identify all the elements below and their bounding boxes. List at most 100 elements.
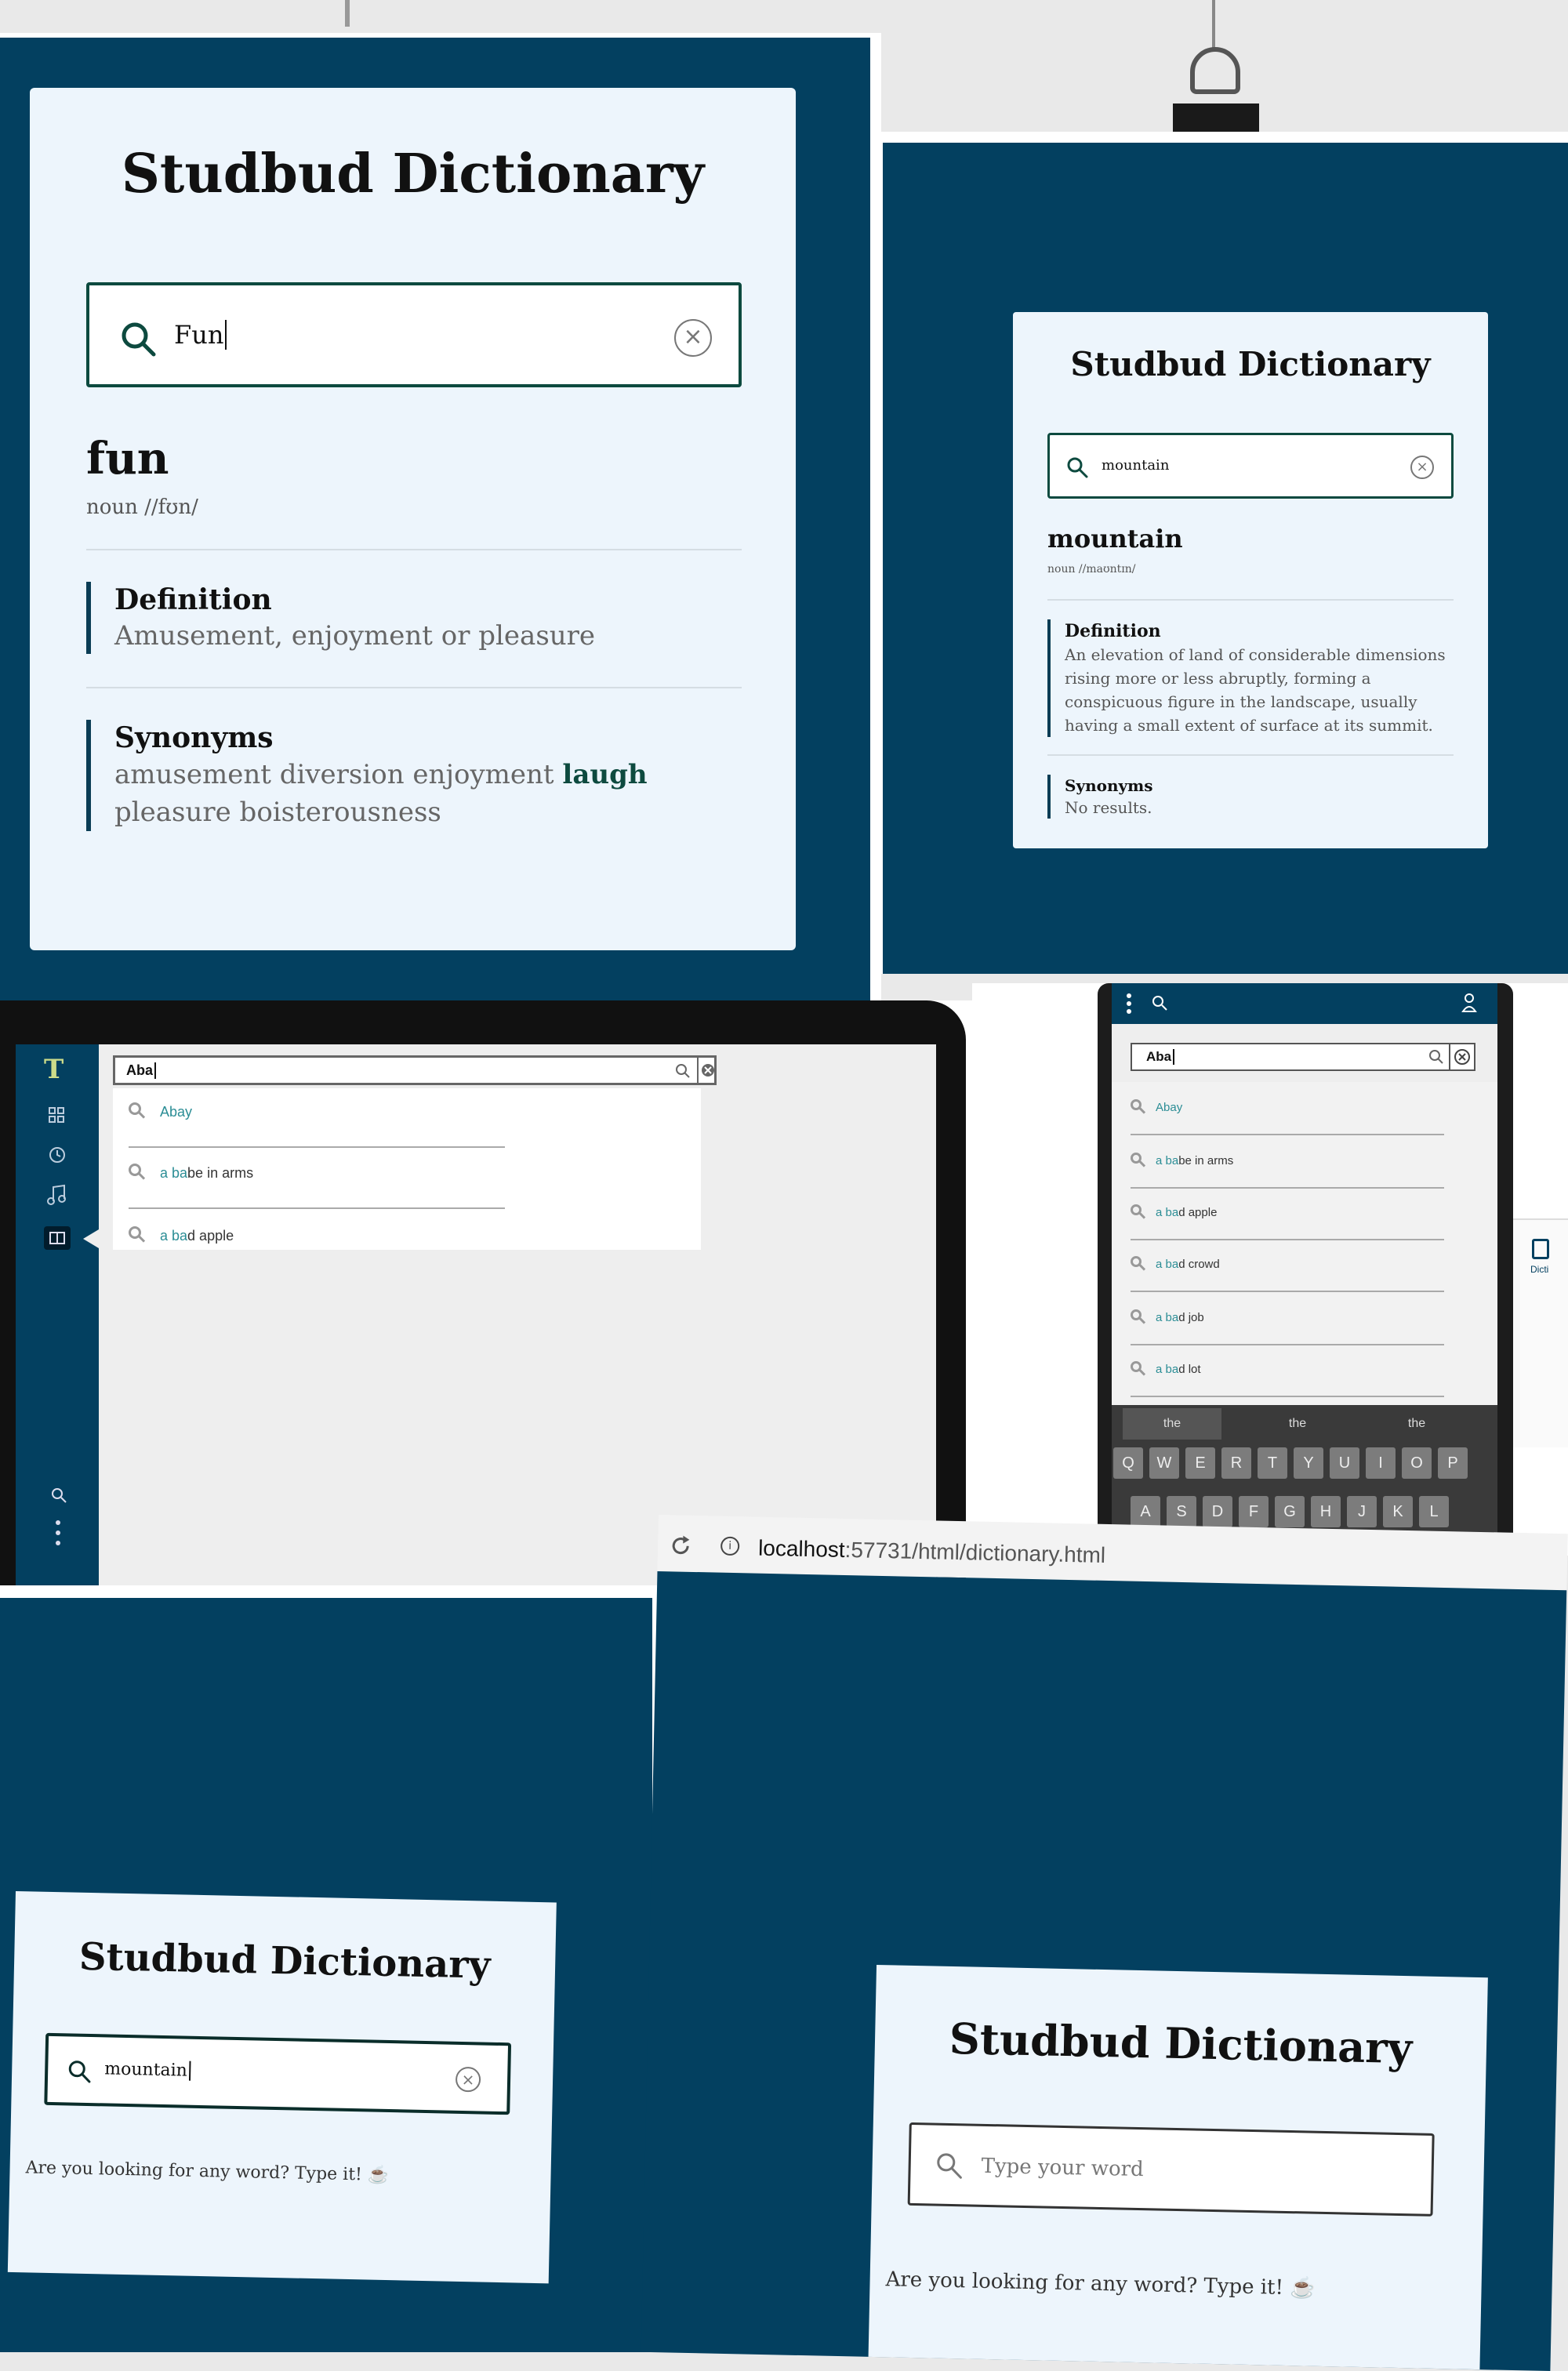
autocomplete-input[interactable]: Aba: [1131, 1043, 1475, 1071]
keyboard-key[interactable]: K: [1383, 1496, 1413, 1527]
suggestion-item[interactable]: a bad job: [1131, 1302, 1444, 1345]
clear-search-icon[interactable]: [1449, 1044, 1474, 1069]
search-icon[interactable]: [1428, 1049, 1444, 1065]
divider: [1047, 599, 1454, 601]
music-icon[interactable]: [47, 1184, 67, 1206]
synonyms-section: Synonyms amusement diversion enjoyment l…: [86, 720, 742, 831]
search-icon[interactable]: [675, 1063, 691, 1079]
panel-fun-result: Studbud Dictionary Fun × fun noun //fʊn/…: [0, 33, 881, 1029]
clear-search-icon[interactable]: [697, 1058, 717, 1083]
search-input[interactable]: Type your word: [907, 2122, 1435, 2217]
reload-icon[interactable]: [669, 1534, 693, 1558]
app-logo: T: [44, 1054, 64, 1085]
phone-screen: Aba Abay a babe in arms a bad apple a ba…: [1112, 983, 1497, 1556]
suggestion-item[interactable]: Abay: [129, 1102, 505, 1148]
active-indicator: [83, 1229, 99, 1248]
synonyms-heading: Synonyms: [1065, 776, 1153, 795]
binder-clip-icon: [1173, 47, 1259, 140]
keyboard-key[interactable]: F: [1239, 1496, 1269, 1527]
keyboard-key[interactable]: S: [1167, 1496, 1196, 1527]
clear-search-icon[interactable]: ×: [455, 2066, 481, 2093]
clock-icon[interactable]: [49, 1146, 66, 1164]
panel-laptop-autocomplete: T Aba Abay a babe in arms a bad apple: [0, 1000, 972, 1589]
suggestion-item[interactable]: a babe in arms: [1131, 1145, 1444, 1189]
keyboard-key[interactable]: L: [1419, 1496, 1449, 1527]
keyboard-key[interactable]: T: [1258, 1447, 1287, 1479]
info-icon[interactable]: i: [720, 1536, 740, 1556]
search-placeholder: Type your word: [981, 2154, 1145, 2182]
dictionary-nav-icon[interactable]: [44, 1226, 71, 1250]
dictionary-card: Studbud Dictionary mountain × mountain n…: [1013, 312, 1488, 848]
suggestion-item[interactable]: a babe in arms: [129, 1164, 505, 1209]
panel-phone-autocomplete: ♫ usic Dicti Aba: [972, 983, 1568, 1556]
keyboard-key[interactable]: A: [1131, 1496, 1160, 1527]
suggestion-item[interactable]: a bad crowd: [1131, 1248, 1444, 1292]
keyboard-suggestion[interactable]: the: [1123, 1408, 1221, 1440]
keyboard-suggestion[interactable]: the: [1248, 1408, 1347, 1440]
search-icon: [67, 2058, 93, 2084]
page-title: Studbud Dictionary: [78, 1934, 492, 1988]
clear-search-icon[interactable]: ×: [674, 319, 712, 357]
synonym-highlight[interactable]: laugh: [562, 759, 647, 790]
suggestion-item[interactable]: Abay: [1131, 1091, 1444, 1135]
keyboard-key[interactable]: H: [1311, 1496, 1341, 1527]
definition-heading: Definition: [114, 583, 272, 616]
hint-text: Are you looking for any word? Type it! ☕: [885, 2268, 1316, 2300]
coffee-icon: ☕: [367, 2165, 390, 2186]
keyboard-key[interactable]: Q: [1113, 1447, 1143, 1479]
search-icon[interactable]: [1151, 994, 1168, 1011]
search-input[interactable]: mountain ×: [1047, 433, 1454, 499]
keyboard-suggestion[interactable]: the: [1367, 1408, 1466, 1440]
dictionary-card: Studbud Dictionary mountain × Are you lo…: [7, 1891, 557, 2284]
panel-mountain-result: Studbud Dictionary mountain × mountain n…: [881, 132, 1568, 974]
panel-mountain-typing: Studbud Dictionary mountain × Are you lo…: [0, 1585, 659, 2352]
user-icon[interactable]: [1461, 993, 1477, 1013]
synonyms-text: No results.: [1065, 798, 1152, 817]
suggestion-item[interactable]: a bad apple: [1131, 1196, 1444, 1240]
word-phonetic: noun //fʊn/: [86, 496, 198, 519]
keyboard-key[interactable]: J: [1347, 1496, 1377, 1527]
hanging-string-left: [345, 0, 350, 27]
autocomplete-input[interactable]: Aba: [113, 1055, 717, 1085]
divider: [86, 687, 742, 688]
keyboard-key[interactable]: U: [1330, 1447, 1359, 1479]
keyboard-key[interactable]: W: [1149, 1447, 1179, 1479]
page-title: Studbud Dictionary: [121, 143, 705, 205]
synonyms-heading: Synonyms: [114, 721, 274, 754]
suggestion-item[interactable]: a bad lot: [1131, 1353, 1444, 1397]
search-icon[interactable]: [50, 1487, 67, 1504]
keyboard-key[interactable]: D: [1203, 1496, 1232, 1527]
tab-dict-label: Dicti: [1530, 1264, 1549, 1275]
grid-icon[interactable]: [49, 1107, 64, 1123]
page-title: Studbud Dictionary: [949, 2013, 1413, 2074]
synonyms-section: Synonyms No results.: [1047, 775, 1454, 819]
definition-text: Amusement, enjoyment or pleasure: [114, 620, 596, 652]
address-bar[interactable]: i localhost:57731/html/dictionary.html: [703, 1525, 1559, 1582]
search-input[interactable]: mountain ×: [44, 2032, 512, 2115]
search-icon: [119, 320, 157, 358]
search-input[interactable]: Fun ×: [86, 282, 742, 387]
keyboard-key[interactable]: P: [1438, 1447, 1468, 1479]
coffee-icon: ☕: [1289, 2276, 1316, 2300]
app-sidebar: T: [16, 1044, 99, 1589]
clear-search-icon[interactable]: ×: [1410, 456, 1434, 479]
keyboard-key[interactable]: R: [1221, 1447, 1251, 1479]
more-vertical-icon[interactable]: [1126, 993, 1132, 1015]
dictionary-card: Studbud Dictionary Fun × fun noun //fʊn/…: [30, 88, 796, 950]
keyboard-key[interactable]: I: [1366, 1447, 1396, 1479]
search-icon: [1065, 456, 1089, 479]
more-vertical-icon[interactable]: [55, 1520, 61, 1546]
suggestion-item[interactable]: a bad apple: [129, 1226, 505, 1247]
keyboard-key[interactable]: Y: [1294, 1447, 1323, 1479]
search-icon: [129, 1164, 141, 1176]
keyboard-key[interactable]: E: [1185, 1447, 1215, 1479]
keyboard-row: QWERTYUIOP: [1112, 1447, 1497, 1482]
search-icon: [1131, 1204, 1142, 1215]
search-icon: [1131, 1256, 1142, 1267]
divider: [1047, 754, 1454, 756]
synonyms-list: amusement diversion enjoyment laugh plea…: [114, 756, 742, 831]
url-text: localhost:57731/html/dictionary.html: [757, 1535, 1106, 1567]
divider: [86, 549, 742, 550]
keyboard-key[interactable]: G: [1275, 1496, 1305, 1527]
keyboard-key[interactable]: O: [1402, 1447, 1432, 1479]
